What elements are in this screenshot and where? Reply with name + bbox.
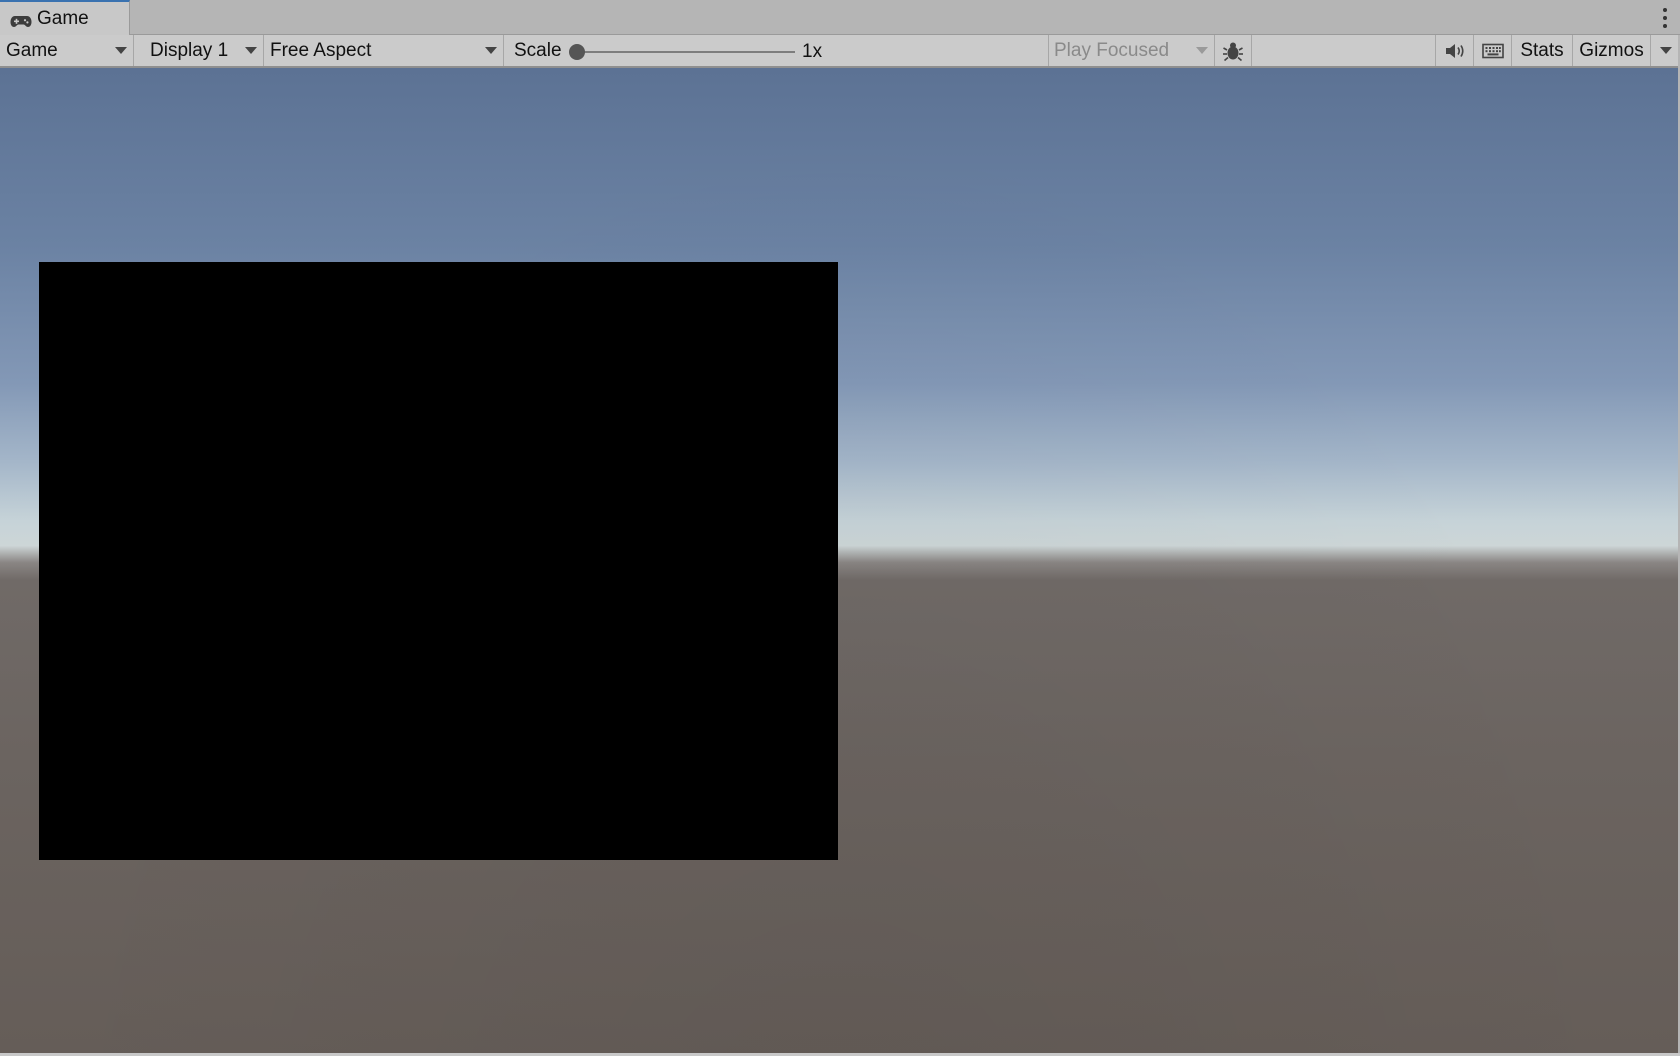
stats-button[interactable]: Stats <box>1512 35 1573 66</box>
black-render-rect <box>39 262 838 860</box>
chevron-down-icon <box>245 47 257 54</box>
display-dropdown[interactable]: Display 1 <box>134 35 264 66</box>
game-viewport[interactable] <box>0 68 1678 1053</box>
aspect-label: Free Aspect <box>270 39 372 61</box>
gizmos-label: Gizmos <box>1579 39 1644 61</box>
scale-slider-thumb[interactable] <box>569 44 585 60</box>
play-mode-label: Play Focused <box>1054 39 1170 61</box>
gizmos-button[interactable]: Gizmos <box>1573 35 1651 66</box>
gizmos-dropdown[interactable] <box>1651 35 1680 66</box>
display-label: Display 1 <box>150 39 229 61</box>
keyboard-button[interactable] <box>1474 35 1512 66</box>
toolbar-spacer <box>1252 35 1436 66</box>
tab-game-label: Game <box>37 7 89 29</box>
kebab-menu-icon[interactable] <box>1662 8 1668 28</box>
view-mode-label: Game <box>6 39 58 61</box>
game-window: Game Game Display 1 Free Aspect Scale 1x… <box>0 0 1680 1056</box>
chevron-down-icon <box>485 47 497 54</box>
stats-label: Stats <box>1520 39 1564 61</box>
speaker-icon <box>1445 43 1465 59</box>
bug-icon <box>1222 40 1244 62</box>
game-toolbar: Game Display 1 Free Aspect Scale 1x Play… <box>0 35 1680 68</box>
debug-button[interactable] <box>1215 35 1252 66</box>
scale-label: Scale <box>514 39 562 61</box>
view-mode-dropdown[interactable]: Game <box>0 35 134 66</box>
scale-slider-track[interactable] <box>577 51 795 53</box>
tab-game[interactable]: Game <box>0 0 130 35</box>
aspect-dropdown[interactable]: Free Aspect <box>264 35 504 66</box>
chevron-down-icon <box>1660 47 1672 54</box>
scale-value: 1x <box>802 41 823 62</box>
gamepad-icon <box>10 12 32 27</box>
chevron-down-icon <box>1196 47 1208 54</box>
play-mode-dropdown[interactable]: Play Focused <box>1049 35 1215 66</box>
chevron-down-icon <box>115 47 127 54</box>
audio-mute-button[interactable] <box>1436 35 1474 66</box>
keyboard-icon <box>1481 43 1504 59</box>
tab-strip: Game <box>0 0 1680 35</box>
